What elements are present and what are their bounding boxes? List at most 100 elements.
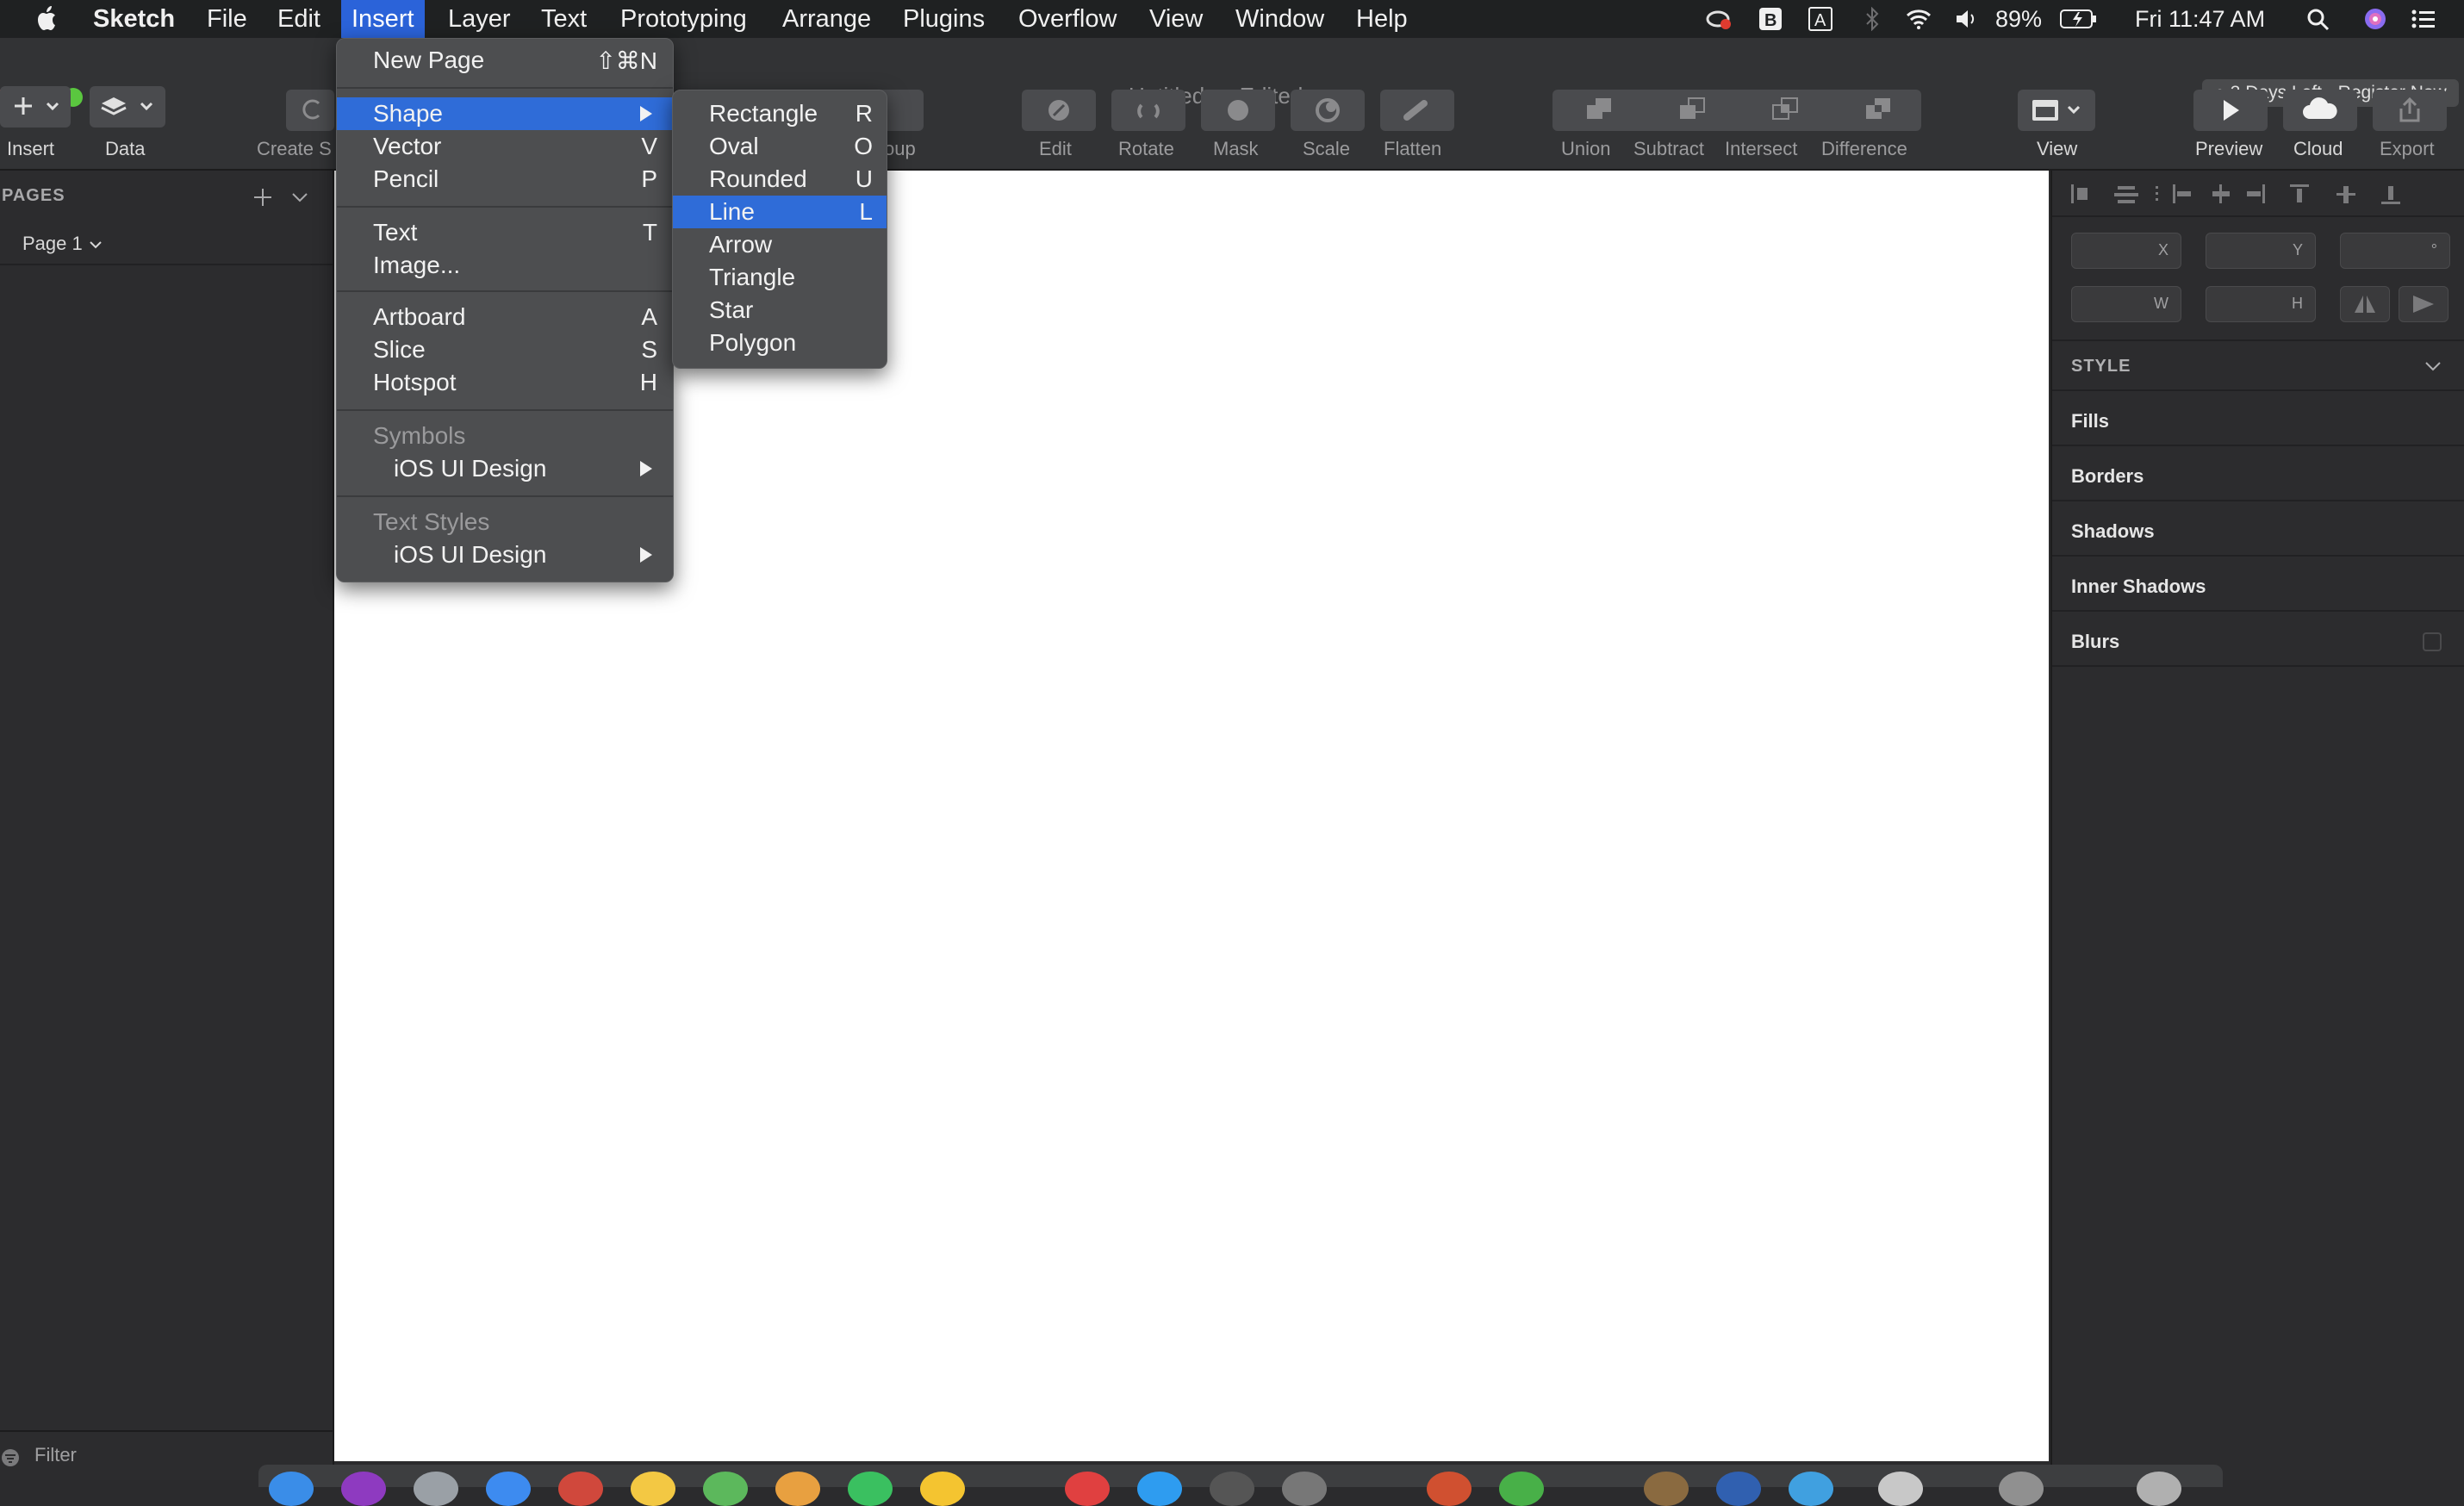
intersect-icon[interactable] [1768, 95, 1802, 124]
dock-app-icon[interactable] [341, 1472, 386, 1506]
battery-charging-icon[interactable] [2059, 7, 2097, 31]
preview-button[interactable] [2193, 90, 2268, 131]
menu-item-text[interactable]: Text T [337, 216, 673, 249]
menu-app-sketch[interactable]: Sketch [83, 0, 185, 38]
menu-item-vector[interactable]: Vector V [337, 130, 673, 163]
menu-arrange[interactable]: Arrange [772, 0, 881, 38]
dock-app-icon[interactable] [269, 1472, 314, 1506]
dock-app-icon[interactable] [1210, 1472, 1254, 1506]
edit-button[interactable] [1022, 90, 1096, 131]
submenu-item-triangle[interactable]: Triangle [673, 261, 887, 294]
fills-section[interactable]: Fills [2071, 410, 2109, 433]
scale-button[interactable] [1291, 90, 1365, 131]
spotlight-search-icon[interactable] [2305, 7, 2331, 31]
submenu-item-line[interactable]: Line L [673, 196, 887, 228]
menu-layer[interactable]: Layer [438, 0, 521, 38]
rotation-field[interactable]: ° [2340, 233, 2450, 269]
submenu-item-oval[interactable]: Oval O [673, 130, 887, 163]
menu-overflow[interactable]: Overflow [1008, 0, 1127, 38]
difference-icon[interactable] [1861, 95, 1895, 124]
add-page-icon[interactable] [252, 186, 274, 208]
siri-icon[interactable] [2362, 7, 2388, 31]
menu-window[interactable]: Window [1225, 0, 1335, 38]
menu-view[interactable]: View [1139, 0, 1213, 38]
apple-icon[interactable] [34, 5, 60, 33]
mask-button[interactable] [1201, 90, 1275, 131]
dock-app-icon[interactable] [1644, 1472, 1689, 1506]
menu-item-slice[interactable]: Slice S [337, 333, 673, 366]
menu-item-text-styles-ios-ui-design[interactable]: iOS UI Design [337, 538, 673, 571]
y-position-field[interactable]: Y [2206, 233, 2316, 269]
text-a-icon[interactable]: A [1808, 7, 1833, 31]
dock-app-icon[interactable] [631, 1472, 675, 1506]
dock-app-icon[interactable] [558, 1472, 603, 1506]
x-position-field[interactable]: X [2071, 233, 2181, 269]
dock-app-icon[interactable] [920, 1472, 965, 1506]
dock-app-icon[interactable] [1282, 1472, 1327, 1506]
union-icon[interactable] [1582, 95, 1616, 124]
dock-app-icon[interactable] [414, 1472, 458, 1506]
menu-item-symbols-ios-ui-design[interactable]: iOS UI Design [337, 452, 673, 485]
menu-prototyping[interactable]: Prototyping [610, 0, 757, 38]
volume-icon[interactable] [1954, 7, 1980, 31]
menu-file[interactable]: File [196, 0, 258, 38]
creative-cloud-icon[interactable] [1706, 7, 1732, 31]
menu-text[interactable]: Text [531, 0, 597, 38]
dock-app-icon[interactable] [1065, 1472, 1110, 1506]
dock-app-icon[interactable] [1137, 1472, 1182, 1506]
menu-item-new-page[interactable]: New Page ⇧⌘N [337, 44, 673, 77]
dock-app-icon[interactable] [1878, 1472, 1923, 1506]
menu-item-hotspot[interactable]: Hotspot H [337, 366, 673, 399]
height-field[interactable]: H [2206, 286, 2316, 322]
menu-item-artboard[interactable]: Artboard A [337, 301, 673, 333]
collapse-pages-chevron-icon[interactable] [289, 190, 310, 205]
dock-app-icon[interactable] [486, 1472, 531, 1506]
dock-app-icon[interactable] [775, 1472, 820, 1506]
menubar-clock[interactable]: Fri 11:47 AM [2135, 0, 2265, 38]
menu-item-pencil[interactable]: Pencil P [337, 163, 673, 196]
dock-app-icon[interactable] [1427, 1472, 1472, 1506]
bold-b-icon[interactable]: B [1758, 7, 1783, 31]
menu-edit[interactable]: Edit [267, 0, 331, 38]
bluetooth-icon[interactable] [1859, 7, 1885, 31]
create-symbol-button[interactable] [286, 90, 334, 131]
menu-plugins[interactable]: Plugins [893, 0, 995, 38]
menu-help[interactable]: Help [1346, 0, 1418, 38]
wifi-icon[interactable] [1906, 7, 1932, 31]
inner-shadows-section[interactable]: Inner Shadows [2071, 576, 2206, 598]
submenu-item-star[interactable]: Star [673, 294, 887, 327]
rotate-button[interactable] [1111, 90, 1185, 131]
borders-section[interactable]: Borders [2071, 465, 2144, 488]
dock-app-icon[interactable] [1499, 1472, 1544, 1506]
flip-horizontal-button[interactable] [2340, 286, 2390, 322]
alignment-toolbar-icons[interactable] [2069, 181, 2448, 207]
data-button[interactable] [90, 86, 165, 128]
menu-item-shape[interactable]: Shape [337, 97, 673, 130]
view-button[interactable] [2018, 90, 2095, 131]
chevron-down-icon[interactable] [2423, 358, 2443, 374]
cloud-button[interactable] [2283, 90, 2357, 131]
dock-trash-icon[interactable] [2137, 1472, 2181, 1506]
blurs-section[interactable]: Blurs [2071, 631, 2119, 653]
flip-vertical-button[interactable] [2399, 286, 2448, 322]
dock-app-icon[interactable] [703, 1472, 748, 1506]
dock-app-icon[interactable] [1789, 1472, 1833, 1506]
dock-app-icon[interactable] [1999, 1472, 2044, 1506]
dock-app-icon[interactable] [848, 1472, 893, 1506]
export-button[interactable] [2373, 90, 2447, 131]
menu-insert[interactable]: Insert [341, 0, 425, 38]
insert-button[interactable] [0, 86, 71, 128]
submenu-item-rounded[interactable]: Rounded U [673, 163, 887, 196]
subtract-icon[interactable] [1675, 95, 1709, 124]
blurs-checkbox[interactable] [2423, 632, 2442, 651]
shadows-section[interactable]: Shadows [2071, 520, 2155, 543]
menu-item-image[interactable]: Image... [337, 249, 673, 282]
width-field[interactable]: W [2071, 286, 2181, 322]
submenu-item-rectangle[interactable]: Rectangle R [673, 97, 887, 130]
page-selector[interactable]: Page 1 [22, 233, 103, 255]
notification-center-icon[interactable] [2411, 7, 2436, 31]
flatten-button[interactable] [1380, 90, 1454, 131]
submenu-item-polygon[interactable]: Polygon [673, 327, 887, 359]
dock-app-icon[interactable] [1716, 1472, 1761, 1506]
submenu-item-arrow[interactable]: Arrow [673, 228, 887, 261]
